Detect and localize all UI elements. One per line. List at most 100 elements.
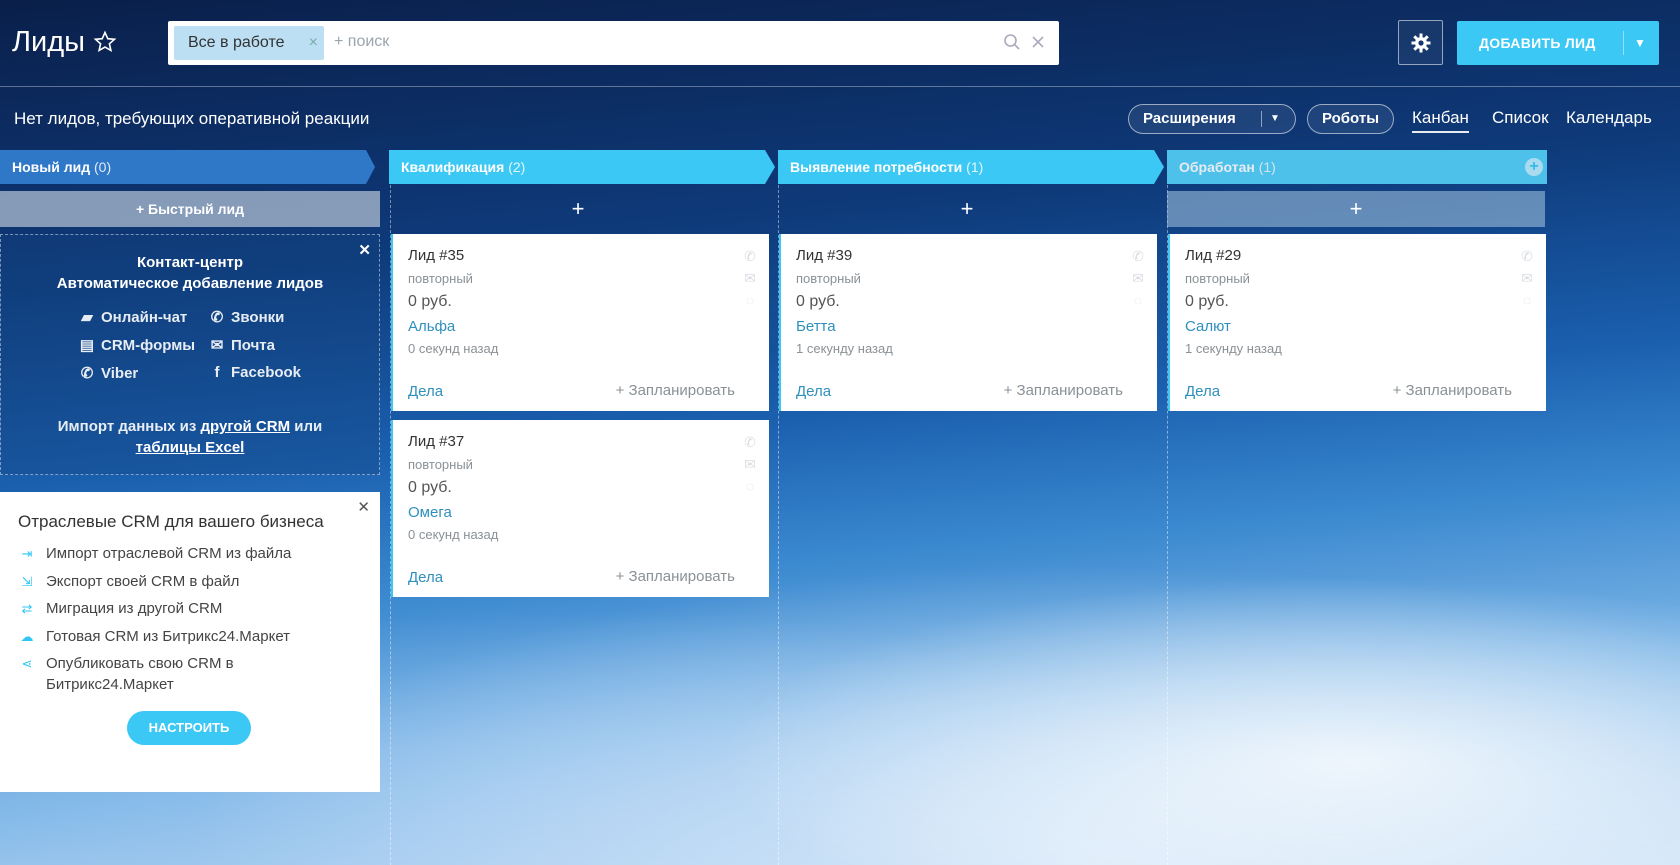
card-client[interactable]: Альфа xyxy=(408,318,455,335)
column-header-new[interactable]: Новый лид (0) xyxy=(0,150,375,184)
card-status: повторный xyxy=(408,457,473,472)
channel-crm-forms[interactable]: ▤ CRM-формы xyxy=(77,336,195,354)
search-input[interactable]: + поиск xyxy=(334,33,389,51)
chip-close-icon[interactable]: × xyxy=(309,26,318,60)
gear-icon xyxy=(1411,33,1431,53)
search-icon[interactable] xyxy=(1003,33,1021,51)
crm-publish-item[interactable]: ⋖ Опубликовать свою CRM в xyxy=(18,655,234,672)
channel-calls[interactable]: ✆ Звонки xyxy=(207,308,285,326)
card-deals-link[interactable]: Дела xyxy=(408,383,443,400)
mail-icon[interactable]: ✉ xyxy=(739,456,761,478)
filter-chip[interactable]: Все в работе × xyxy=(174,26,324,60)
card-status: повторный xyxy=(796,271,861,286)
tab-calendar[interactable]: Календарь xyxy=(1566,108,1652,128)
mail-icon[interactable]: ✉ xyxy=(1516,270,1538,292)
card-client[interactable]: Омега xyxy=(408,504,452,521)
channel-mail[interactable]: ✉ Почта xyxy=(207,336,275,354)
card-client[interactable]: Бетта xyxy=(796,318,836,335)
chat-icon[interactable]: ◌ xyxy=(739,292,761,314)
channel-label: Viber xyxy=(101,365,139,382)
card-title[interactable]: Лид #29 xyxy=(1185,247,1241,264)
tab-kanban[interactable]: Канбан xyxy=(1412,108,1469,133)
chat-icon[interactable]: ◌ xyxy=(1127,292,1149,314)
phone-icon[interactable]: ✆ xyxy=(1516,248,1538,270)
card-time: 0 секунд назад xyxy=(408,341,499,356)
card-title[interactable]: Лид #39 xyxy=(796,247,852,264)
add-card-button[interactable]: + xyxy=(1167,191,1545,227)
configure-button[interactable]: НАСТРОИТЬ xyxy=(127,711,251,745)
crm-import-item[interactable]: ⇥ Импорт отраслевой CRM из файла xyxy=(18,545,292,562)
card-client[interactable]: Салют xyxy=(1185,318,1231,335)
add-card-button[interactable]: + xyxy=(389,191,767,227)
share-icon: ⋖ xyxy=(21,656,33,671)
filter-chip-label: Все в работе xyxy=(188,34,285,51)
card-time: 1 секунду назад xyxy=(1185,341,1282,356)
chevron-down-icon[interactable]: ▼ xyxy=(1270,105,1280,133)
crm-migration-item[interactable]: ⇄ Миграция из другой CRM xyxy=(18,600,223,617)
column-header-needs[interactable]: Выявление потребности (1) xyxy=(778,150,1164,184)
divider xyxy=(1623,31,1624,55)
contact-center-subtitle: Автоматическое добавление лидов xyxy=(56,275,324,292)
lead-card[interactable]: Лид #39 повторный 0 руб. Бетта 1 секунду… xyxy=(779,234,1157,411)
channel-label: Facebook xyxy=(231,364,302,381)
chevron-down-icon[interactable]: ▼ xyxy=(1634,21,1646,65)
add-lead-button[interactable]: ДОБАВИТЬ ЛИД ▼ xyxy=(1457,21,1659,65)
phone-icon[interactable]: ✆ xyxy=(739,248,761,270)
tab-list[interactable]: Список xyxy=(1492,108,1549,128)
robots-label: Роботы xyxy=(1322,110,1380,127)
chat-icon[interactable]: ◌ xyxy=(1516,292,1538,314)
top-bar: Лиды Все в работе × + поиск ДОБАВИТЬ ЛИД… xyxy=(0,0,1680,87)
divider xyxy=(1261,111,1262,127)
card-plan-link[interactable]: + Запланировать xyxy=(1393,382,1512,399)
phone-icon[interactable]: ✆ xyxy=(739,434,761,456)
add-card-button[interactable]: + xyxy=(778,191,1156,227)
lead-card[interactable]: Лид #29 повторный 0 руб. Салют 1 секунду… xyxy=(1168,234,1546,411)
settings-button[interactable] xyxy=(1398,20,1443,65)
card-deals-link[interactable]: Дела xyxy=(1185,383,1220,400)
star-icon[interactable] xyxy=(93,30,117,54)
status-text: Нет лидов, требующих оперативной реакции xyxy=(14,109,370,128)
extensions-label: Расширения xyxy=(1143,110,1236,127)
channel-label: Онлайн-чат xyxy=(101,309,188,326)
import-other-crm-link[interactable]: другой CRM xyxy=(200,418,290,435)
column-header-processed[interactable]: Обработан (1) + xyxy=(1167,150,1547,184)
column-header-qualification[interactable]: Квалификация (2) xyxy=(389,150,775,184)
close-icon[interactable]: ✕ xyxy=(357,498,370,516)
sync-icon: ⇄ xyxy=(21,601,33,616)
mail-icon[interactable]: ✉ xyxy=(739,270,761,292)
channel-facebook[interactable]: f Facebook xyxy=(207,364,302,381)
crm-market-item[interactable]: ☁ Готовая CRM из Битрикс24.Маркет xyxy=(18,628,291,645)
lead-card[interactable]: Лид #37 повторный 0 руб. Омега 0 секунд … xyxy=(391,420,769,597)
channel-viber[interactable]: ✆ Viber xyxy=(77,364,139,382)
industry-crm-panel: ✕ Отраслевые CRM для вашего бизнеса ⇥ Имп… xyxy=(0,492,380,792)
lead-card[interactable]: Лид #35 повторный 0 руб. Альфа 0 секунд … xyxy=(391,234,769,411)
add-column-icon[interactable]: + xyxy=(1525,158,1543,176)
card-action-icons: ✆ ✉ ◌ xyxy=(1127,248,1149,314)
import-text-line2: таблицы Excel xyxy=(1,439,379,456)
card-deals-link[interactable]: Дела xyxy=(796,383,831,400)
robots-button[interactable]: Роботы xyxy=(1307,104,1394,134)
mail-icon: ✉ xyxy=(210,337,224,354)
channel-label: CRM-формы xyxy=(101,337,196,354)
crm-publish-item-line2[interactable]: Битрикс24.Маркет xyxy=(46,676,174,693)
card-deals-link[interactable]: Дела xyxy=(408,569,443,586)
column-count: (1) xyxy=(1258,159,1276,175)
channel-online-chat[interactable]: ▰ Онлайн-чат xyxy=(77,308,187,326)
card-plan-link[interactable]: + Запланировать xyxy=(1004,382,1123,399)
card-title[interactable]: Лид #37 xyxy=(408,433,464,450)
chat-icon[interactable]: ◌ xyxy=(739,478,761,500)
crm-export-item[interactable]: ⇲ Экспорт своей CRM в файл xyxy=(18,573,240,590)
card-plan-link[interactable]: + Запланировать xyxy=(616,568,735,585)
card-title[interactable]: Лид #35 xyxy=(408,247,464,264)
card-time: 0 секунд назад xyxy=(408,527,499,542)
extensions-button[interactable]: Расширения ▼ xyxy=(1128,104,1296,134)
crm-item-label: Опубликовать свою CRM в xyxy=(46,655,234,672)
mail-icon[interactable]: ✉ xyxy=(1127,270,1149,292)
card-plan-link[interactable]: + Запланировать xyxy=(616,382,735,399)
quick-lead-button[interactable]: + Быстрый лид xyxy=(0,191,380,227)
phone-icon[interactable]: ✆ xyxy=(1127,248,1149,270)
import-excel-link[interactable]: таблицы Excel xyxy=(136,439,245,456)
filter-search-bar[interactable]: Все в работе × + поиск xyxy=(168,21,1059,65)
close-icon[interactable] xyxy=(1029,33,1047,51)
import-icon: ⇥ xyxy=(21,546,33,561)
